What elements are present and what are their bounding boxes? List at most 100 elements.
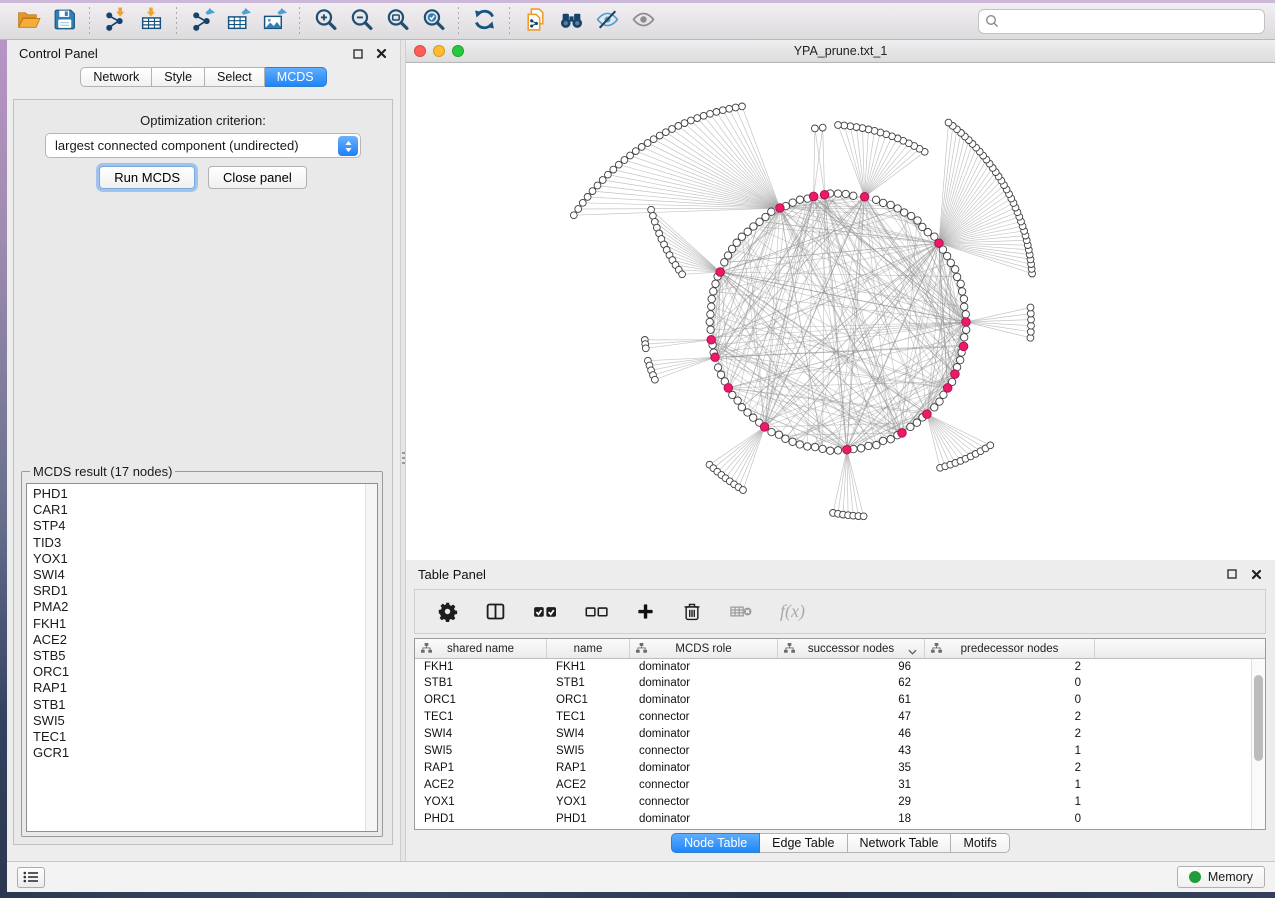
show-panel-icon (631, 7, 656, 35)
mcds-result-item[interactable]: CAR1 (33, 502, 363, 518)
dominator-node[interactable] (935, 239, 944, 248)
table-row[interactable]: RAP1RAP1dominator352 (415, 760, 1251, 777)
dominator-node[interactable] (809, 192, 818, 201)
memory-button[interactable]: Memory (1177, 866, 1265, 888)
mcds-result-item[interactable]: SWI4 (33, 567, 363, 583)
save-session-button[interactable] (46, 6, 82, 36)
mcds-result-item[interactable]: STB5 (33, 648, 363, 664)
mcds-result-item[interactable]: STP4 (33, 518, 363, 534)
mcds-result-item[interactable]: GCR1 (33, 745, 363, 761)
export-network-button[interactable] (184, 6, 220, 36)
deselect-all-icon[interactable] (585, 601, 609, 622)
show-panel-button[interactable] (625, 6, 661, 36)
select-all-icon[interactable] (533, 601, 558, 622)
import-table-button[interactable] (133, 6, 169, 36)
run-mcds-button[interactable]: Run MCDS (99, 166, 195, 189)
dominator-node[interactable] (760, 423, 769, 432)
table-row[interactable]: ACE2ACE2connector311 (415, 777, 1251, 794)
table-row[interactable]: PHD1PHD1dominator180 (415, 811, 1251, 828)
add-column-icon[interactable] (636, 602, 655, 621)
control-panel-close-icon[interactable] (374, 47, 388, 61)
mcds-result-item[interactable]: STB1 (33, 697, 363, 713)
dominator-node[interactable] (711, 353, 720, 362)
table-tab-edge-table[interactable]: Edge Table (760, 833, 847, 853)
export-table-button[interactable] (220, 6, 256, 36)
delete-row-icon[interactable] (682, 601, 702, 622)
task-history-button[interactable] (17, 867, 45, 888)
mcds-result-item[interactable]: TEC1 (33, 729, 363, 745)
table-cell: 2 (925, 659, 1095, 676)
optimization-criterion-select[interactable]: largest connected component (undirected) (45, 133, 361, 158)
columns-icon[interactable] (485, 601, 506, 622)
column-header-name[interactable]: name (547, 639, 630, 658)
dominator-node[interactable] (776, 204, 785, 213)
dominator-node[interactable] (820, 190, 829, 199)
zoom-selected-button[interactable] (415, 6, 451, 36)
search-input[interactable] (978, 9, 1265, 34)
column-header-successor-nodes[interactable]: successor nodes (778, 639, 925, 658)
table-tab-network-table[interactable]: Network Table (848, 833, 952, 853)
node-table-scrollbar[interactable] (1251, 659, 1265, 829)
zoom-fit-button[interactable] (379, 6, 415, 36)
node-table-scrollbar-thumb[interactable] (1254, 675, 1263, 761)
table-row[interactable]: ORC1ORC1dominator610 (415, 693, 1251, 710)
search-network-button[interactable] (553, 6, 589, 36)
control-panel-float-icon[interactable] (351, 47, 365, 61)
import-network-button[interactable] (97, 6, 133, 36)
mcds-result-item[interactable]: SWI5 (33, 713, 363, 729)
table-row[interactable]: FKH1FKH1dominator962 (415, 659, 1251, 676)
table-panel-close-icon[interactable] (1249, 567, 1263, 581)
dominator-node[interactable] (962, 318, 971, 327)
dominator-node[interactable] (959, 342, 968, 351)
column-header-MCDS-role[interactable]: MCDS role (630, 639, 778, 658)
export-image-button[interactable] (256, 6, 292, 36)
tab-select[interactable]: Select (205, 67, 265, 87)
dominator-node[interactable] (843, 445, 852, 454)
dominator-node[interactable] (951, 370, 960, 379)
table-tab-motifs[interactable]: Motifs (951, 833, 1009, 853)
zoom-out-button[interactable] (343, 6, 379, 36)
table-row[interactable]: TEC1TEC1connector472 (415, 710, 1251, 727)
mcds-result-item[interactable]: ACE2 (33, 632, 363, 648)
table-row[interactable]: YOX1YOX1connector291 (415, 794, 1251, 811)
column-header-predecessor-nodes[interactable]: predecessor nodes (925, 639, 1095, 658)
table-row[interactable]: SWI5SWI5connector431 (415, 743, 1251, 760)
mcds-result-item[interactable]: TID3 (33, 535, 363, 551)
dominator-node[interactable] (860, 193, 869, 202)
tab-network[interactable]: Network (80, 67, 152, 87)
tab-mcds[interactable]: MCDS (265, 67, 327, 87)
dominator-node[interactable] (716, 268, 725, 277)
table-tab-node-table[interactable]: Node Table (671, 833, 760, 853)
refresh-layout-button[interactable] (466, 6, 502, 36)
network-canvas[interactable] (406, 63, 1275, 560)
table-row[interactable]: SWI4SWI4dominator462 (415, 727, 1251, 744)
dominator-node[interactable] (943, 384, 952, 393)
mcds-result-item[interactable]: FKH1 (33, 616, 363, 632)
table-panel-float-icon[interactable] (1225, 567, 1239, 581)
hide-panel-button[interactable] (589, 6, 625, 36)
dominator-node[interactable] (923, 410, 932, 419)
mcds-result-list[interactable]: PHD1CAR1STP4TID3YOX1SWI4SRD1PMA2FKH1ACE2… (26, 483, 378, 832)
column-header-shared-name[interactable]: shared name (415, 639, 547, 658)
copy-network-button[interactable] (517, 6, 553, 36)
mcds-result-item[interactable]: YOX1 (33, 551, 363, 567)
mcds-result-item[interactable]: SRD1 (33, 583, 363, 599)
table-row[interactable]: STB1STB1dominator620 (415, 676, 1251, 693)
open-file-button[interactable] (10, 6, 46, 36)
mcds-result-item[interactable]: ORC1 (33, 664, 363, 680)
close-panel-button[interactable]: Close panel (208, 166, 307, 189)
column-header-filler (1095, 639, 1265, 658)
mcds-result-item[interactable]: PHD1 (33, 486, 363, 502)
mcds-result-item[interactable]: RAP1 (33, 680, 363, 696)
dominator-node[interactable] (707, 336, 716, 345)
mcds-result-item[interactable]: PMA2 (33, 599, 363, 615)
export-network-icon (190, 7, 215, 35)
column-menu-chevron-icon[interactable] (908, 646, 917, 658)
tab-style[interactable]: Style (152, 67, 205, 87)
mcds-list-scrollbar[interactable] (365, 484, 377, 831)
zoom-fit-icon (385, 7, 410, 35)
zoom-in-button[interactable] (307, 6, 343, 36)
gear-icon[interactable] (437, 601, 458, 622)
dominator-node[interactable] (898, 429, 907, 438)
dominator-node[interactable] (724, 384, 733, 393)
